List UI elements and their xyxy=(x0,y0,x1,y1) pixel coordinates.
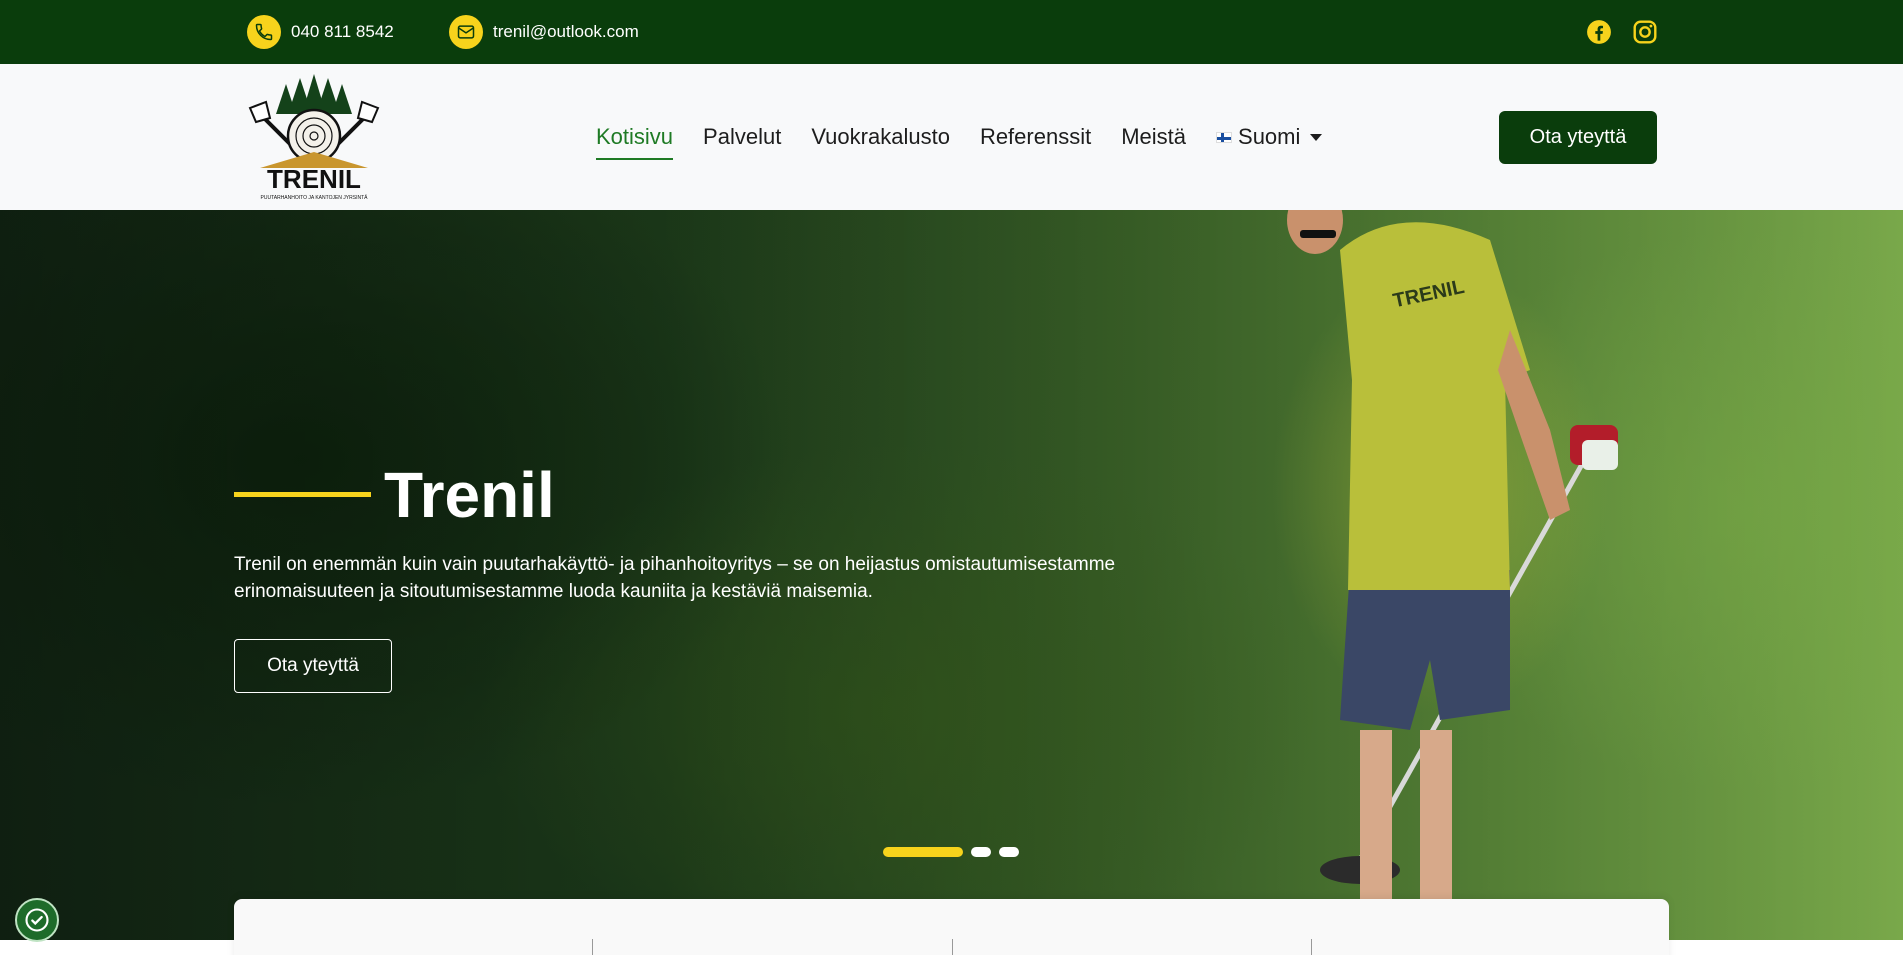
slider-indicators xyxy=(883,847,1019,857)
nav-item-palvelut[interactable]: Palvelut xyxy=(703,118,781,156)
mail-icon xyxy=(449,15,483,49)
main-nav: Kotisivu Palvelut Vuokrakalusto Referens… xyxy=(596,64,1323,210)
nav-item-referenssit[interactable]: Referenssit xyxy=(980,118,1091,156)
hero-title: Trenil xyxy=(384,459,555,531)
email-contact[interactable]: trenil@outlook.com xyxy=(449,15,639,49)
top-bar: 040 811 8542 trenil@outlook.com xyxy=(0,0,1903,64)
hero-contact-button[interactable]: Ota yteyttä xyxy=(234,639,392,693)
facebook-icon[interactable] xyxy=(1586,19,1612,45)
phone-number: 040 811 8542 xyxy=(291,22,394,41)
phone-contact[interactable]: 040 811 8542 xyxy=(247,15,394,49)
features-card xyxy=(234,899,1669,955)
logo-text: TRENIL xyxy=(267,164,361,194)
logo-subtext: PUUTARHANHOITO JA KANTOJEN JYRSINTÄ xyxy=(261,194,369,201)
slider-dot-2[interactable] xyxy=(971,847,991,857)
language-label: Suomi xyxy=(1238,124,1301,149)
hero-description: Trenil on enemmän kuin vain puutarhakäyt… xyxy=(234,554,1116,602)
hero-photo-gardener: TRENIL xyxy=(1287,210,1618,924)
nav-item-kotisivu[interactable]: Kotisivu xyxy=(596,118,674,160)
trenil-logo[interactable]: TRENIL PUUTARHANHOITO JA KANTOJEN JYRSIN… xyxy=(246,74,382,202)
chevron-down-icon xyxy=(1310,133,1323,141)
finland-flag-icon xyxy=(1216,131,1233,143)
hero-slider: TRENIL Trenil Trenil on enemmän kuin vai… xyxy=(0,210,1903,940)
contact-button[interactable]: Ota yteyttä xyxy=(1499,111,1657,164)
site-header: TRENIL PUUTARHANHOITO JA KANTOJEN JYRSIN… xyxy=(0,64,1903,210)
slider-dot-3[interactable] xyxy=(999,847,1019,857)
language-dropdown[interactable]: Suomi xyxy=(1216,118,1323,156)
slider-dot-1[interactable] xyxy=(883,847,963,857)
email-address: trenil@outlook.com xyxy=(493,22,639,41)
phone-icon xyxy=(247,15,281,49)
nav-item-vuokrakalusto[interactable]: Vuokrakalusto xyxy=(811,118,950,156)
card-divider xyxy=(592,939,593,955)
card-divider xyxy=(1311,939,1312,955)
hero-accent-line xyxy=(234,492,371,497)
cookie-settings-icon[interactable] xyxy=(15,898,59,942)
nav-item-meista[interactable]: Meistä xyxy=(1121,118,1186,156)
card-divider xyxy=(952,939,953,955)
instagram-icon[interactable] xyxy=(1632,19,1658,45)
